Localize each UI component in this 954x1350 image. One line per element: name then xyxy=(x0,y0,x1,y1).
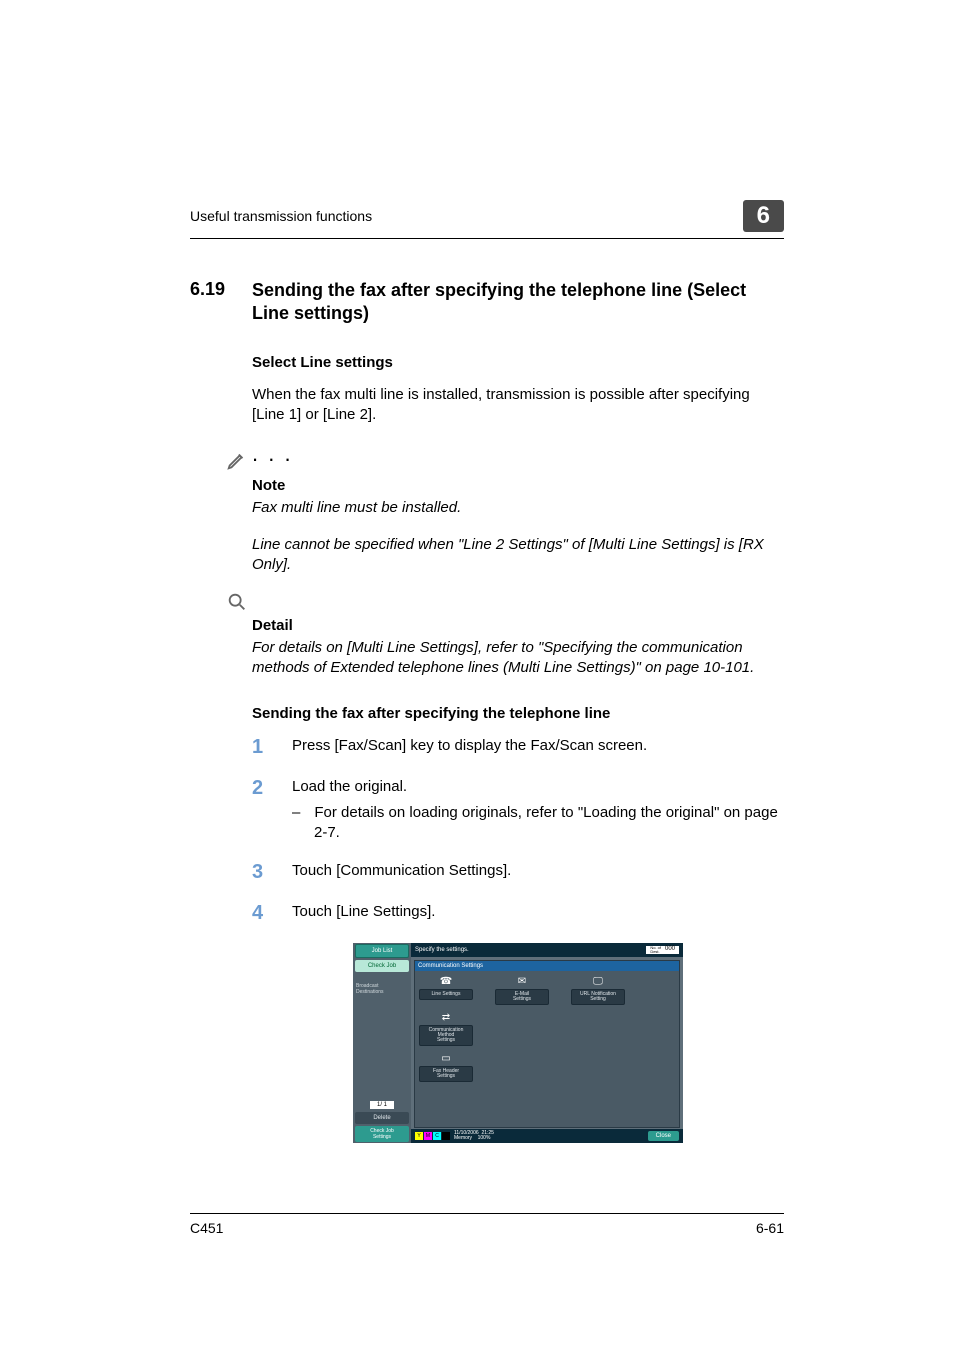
panel-footer: YMCK 11/10/2006 21:25 Memory 100% Close xyxy=(411,1129,683,1143)
section-title: Sending the fax after specifying the tel… xyxy=(252,279,784,326)
step-2: 2 Load the original. For details on load… xyxy=(252,777,784,844)
phone-icon: ☎ xyxy=(438,975,454,987)
step-1: 1 Press [Fax/Scan] key to display the Fa… xyxy=(252,736,784,759)
close-button[interactable]: Close xyxy=(648,1131,679,1141)
step-text: Load the original. For details on loadin… xyxy=(292,777,784,844)
ellipsis-icon: . . . xyxy=(252,441,293,467)
running-header: Useful transmission functions 6 xyxy=(190,200,784,239)
model-code: C451 xyxy=(190,1220,223,1236)
fax-header-tile[interactable]: ▭ Fax Header Settings xyxy=(419,1052,473,1082)
step-number: 4 xyxy=(252,902,266,925)
page-counter: 1/ 1 xyxy=(370,1101,394,1109)
step-number: 1 xyxy=(252,736,266,759)
note-text-2: Line cannot be specified when "Line 2 Se… xyxy=(252,535,784,576)
dest-counter: No. of Dest. 000 xyxy=(646,946,679,954)
network-icon: ⇄ xyxy=(438,1011,454,1023)
note-text-1: Fax multi line must be installed. xyxy=(252,498,784,518)
detail-icon-row xyxy=(226,591,784,613)
document-icon: ▭ xyxy=(438,1052,454,1064)
device-screenshot: Job List Check Job Broadcast Destination… xyxy=(353,943,683,1143)
step-4: 4 Touch [Line Settings]. xyxy=(252,902,784,925)
magnifier-icon xyxy=(226,591,248,613)
job-list-tab[interactable]: Job List xyxy=(355,944,409,958)
panel-instruction: Specify the settings. xyxy=(415,947,469,953)
note-icon-row: . . . xyxy=(226,447,784,473)
note-label: Note xyxy=(252,477,784,494)
detail-label: Detail xyxy=(252,617,784,634)
panel-left-sidebar: Job List Check Job Broadcast Destination… xyxy=(353,943,411,1143)
subheading-select-line: Select Line settings xyxy=(252,354,784,371)
step-3: 3 Touch [Communication Settings]. xyxy=(252,861,784,884)
chapter-number-badge: 6 xyxy=(743,200,784,232)
panel-top-bar: Specify the settings. No. of Dest. 000 xyxy=(411,943,683,957)
delete-button[interactable]: Delete xyxy=(355,1112,409,1124)
monitor-icon: 🖵 xyxy=(590,975,606,987)
email-settings-tile[interactable]: ✉ E-Mail Settings xyxy=(495,975,549,1005)
subheading-sending: Sending the fax after specifying the tel… xyxy=(252,705,784,722)
step-number: 3 xyxy=(252,861,266,884)
step-number: 2 xyxy=(252,777,266,844)
running-header-text: Useful transmission functions xyxy=(190,208,372,224)
detail-text: For details on [Multi Line Settings], re… xyxy=(252,638,784,679)
url-notification-tile[interactable]: 🖵 URL Notification Setting xyxy=(571,975,625,1005)
comm-method-tile[interactable]: ⇄ Communication Method Settings xyxy=(419,1011,473,1046)
email-icon: ✉ xyxy=(514,975,530,987)
step-text: Touch [Line Settings]. xyxy=(292,902,784,925)
step-text: Touch [Communication Settings]. xyxy=(292,861,784,884)
page-number: 6-61 xyxy=(756,1220,784,1236)
step-2-subitem: For details on loading originals, refer … xyxy=(292,803,784,844)
pencil-icon xyxy=(226,449,248,471)
check-job-settings-button[interactable]: Check Job Settings xyxy=(355,1126,409,1142)
intro-paragraph: When the fax multi line is installed, tr… xyxy=(252,385,784,426)
line-settings-tile[interactable]: ☎ Line Settings xyxy=(419,975,473,1005)
status-datetime: 11/10/2006 21:25 Memory 100% xyxy=(454,1131,494,1141)
page-footer: C451 6-61 xyxy=(190,1213,784,1236)
section-number: 6.19 xyxy=(190,279,234,326)
section-heading: 6.19 Sending the fax after specifying th… xyxy=(190,279,784,326)
check-job-button[interactable]: Check Job xyxy=(355,960,409,972)
toner-indicator: YMCK xyxy=(415,1132,450,1140)
broadcast-destinations-label[interactable]: Broadcast Destinations xyxy=(353,981,411,998)
step-text: Press [Fax/Scan] key to display the Fax/… xyxy=(292,736,784,759)
panel-title: Communication Settings xyxy=(415,961,679,971)
